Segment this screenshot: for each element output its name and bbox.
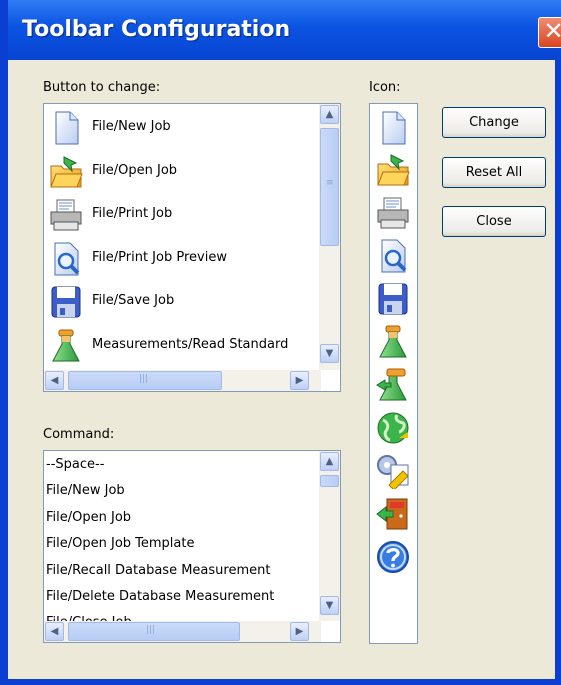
change-button[interactable]: Change bbox=[442, 107, 546, 138]
grip-icon: ≡ bbox=[326, 178, 334, 188]
exit-icon[interactable] bbox=[375, 496, 411, 532]
scroll-left-button[interactable]: ◀ bbox=[45, 371, 64, 390]
list-item-label: File/New Job bbox=[92, 119, 171, 134]
globe-icon[interactable] bbox=[375, 410, 411, 446]
toolbar-configuration-window: Toolbar Configuration ✕ Button to change… bbox=[0, 0, 561, 685]
button-to-change-list[interactable]: File/New Job File/Open Job File/Print Jo… bbox=[43, 103, 341, 392]
settings-icon[interactable] bbox=[375, 453, 411, 489]
list-item[interactable]: File/Print Job Preview bbox=[44, 237, 314, 280]
list-item[interactable]: --Space-- bbox=[46, 457, 104, 472]
read-trial-icon[interactable] bbox=[375, 367, 411, 403]
scroll-up-button[interactable]: ▲ bbox=[320, 105, 339, 124]
vertical-scrollbar[interactable]: ▲ ≡ ▼ bbox=[319, 104, 340, 370]
icon-label: Icon: bbox=[369, 80, 401, 95]
grip-icon: ||| bbox=[146, 625, 156, 635]
list-item[interactable]: File/Save Job bbox=[44, 280, 314, 323]
scroll-thumb[interactable] bbox=[320, 475, 339, 487]
new-job-icon[interactable] bbox=[375, 110, 411, 146]
open-job-icon[interactable] bbox=[375, 152, 411, 188]
list-item[interactable]: Measurements/Read Standard bbox=[44, 324, 314, 367]
scroll-up-button[interactable]: ▲ bbox=[320, 452, 339, 471]
list-item-label: File/Open Job bbox=[92, 163, 178, 178]
icon-picker-strip[interactable] bbox=[369, 103, 418, 644]
scroll-right-button[interactable]: ▶ bbox=[290, 371, 309, 390]
window-close-button[interactable]: ✕ bbox=[538, 17, 561, 48]
scroll-left-button[interactable]: ◀ bbox=[45, 622, 64, 641]
close-button[interactable]: Close bbox=[442, 206, 546, 237]
reset-all-button[interactable]: Reset All bbox=[442, 157, 546, 188]
list-item[interactable]: File/New Job bbox=[46, 483, 125, 498]
horizontal-scrollbar[interactable]: ◀ ||| ▶ bbox=[44, 370, 321, 391]
list-item[interactable]: File/Open Job bbox=[44, 150, 314, 193]
save-job-icon bbox=[48, 284, 84, 320]
read-standard-icon bbox=[48, 328, 84, 364]
read-standard-icon[interactable] bbox=[375, 324, 411, 360]
print-preview-icon[interactable] bbox=[375, 238, 411, 274]
list-item-label: File/Save Job bbox=[92, 293, 175, 308]
window-title: Toolbar Configuration bbox=[22, 17, 291, 42]
vertical-scrollbar[interactable]: ▲ ▼ bbox=[319, 451, 340, 621]
list-item-label: File/Print Job bbox=[92, 206, 173, 221]
list-item[interactable]: File/Recall Database Measurement bbox=[46, 563, 270, 578]
list-item[interactable]: File/Print Job bbox=[44, 193, 314, 236]
scroll-down-button[interactable]: ▼ bbox=[320, 344, 339, 363]
grip-icon: ||| bbox=[139, 374, 149, 384]
list-item[interactable]: File/Delete Database Measurement bbox=[46, 589, 274, 604]
print-job-icon[interactable] bbox=[375, 195, 411, 231]
list-item[interactable]: File/New Job bbox=[44, 106, 314, 149]
horizontal-scrollbar[interactable]: ◀ ||| ▶ bbox=[44, 621, 321, 642]
new-job-icon bbox=[48, 110, 84, 146]
list-item[interactable]: File/Open Job bbox=[46, 510, 131, 525]
save-job-icon[interactable] bbox=[375, 281, 411, 317]
print-preview-icon bbox=[48, 241, 84, 277]
open-job-icon bbox=[48, 154, 84, 190]
list-item-label: File/Print Job Preview bbox=[92, 250, 227, 265]
command-label: Command: bbox=[43, 427, 115, 442]
list-item[interactable]: File/Open Job Template bbox=[46, 536, 194, 551]
help-icon[interactable] bbox=[375, 539, 411, 575]
scroll-down-button[interactable]: ▼ bbox=[320, 596, 339, 615]
title-bar[interactable]: Toolbar Configuration ✕ bbox=[8, 0, 561, 60]
button-to-change-label: Button to change: bbox=[43, 80, 161, 95]
list-item-label: Measurements/Read Standard bbox=[92, 337, 289, 352]
print-job-icon bbox=[48, 197, 84, 233]
command-list[interactable]: --Space-- File/New Job File/Open Job Fil… bbox=[43, 450, 341, 643]
scroll-right-button[interactable]: ▶ bbox=[290, 622, 309, 641]
